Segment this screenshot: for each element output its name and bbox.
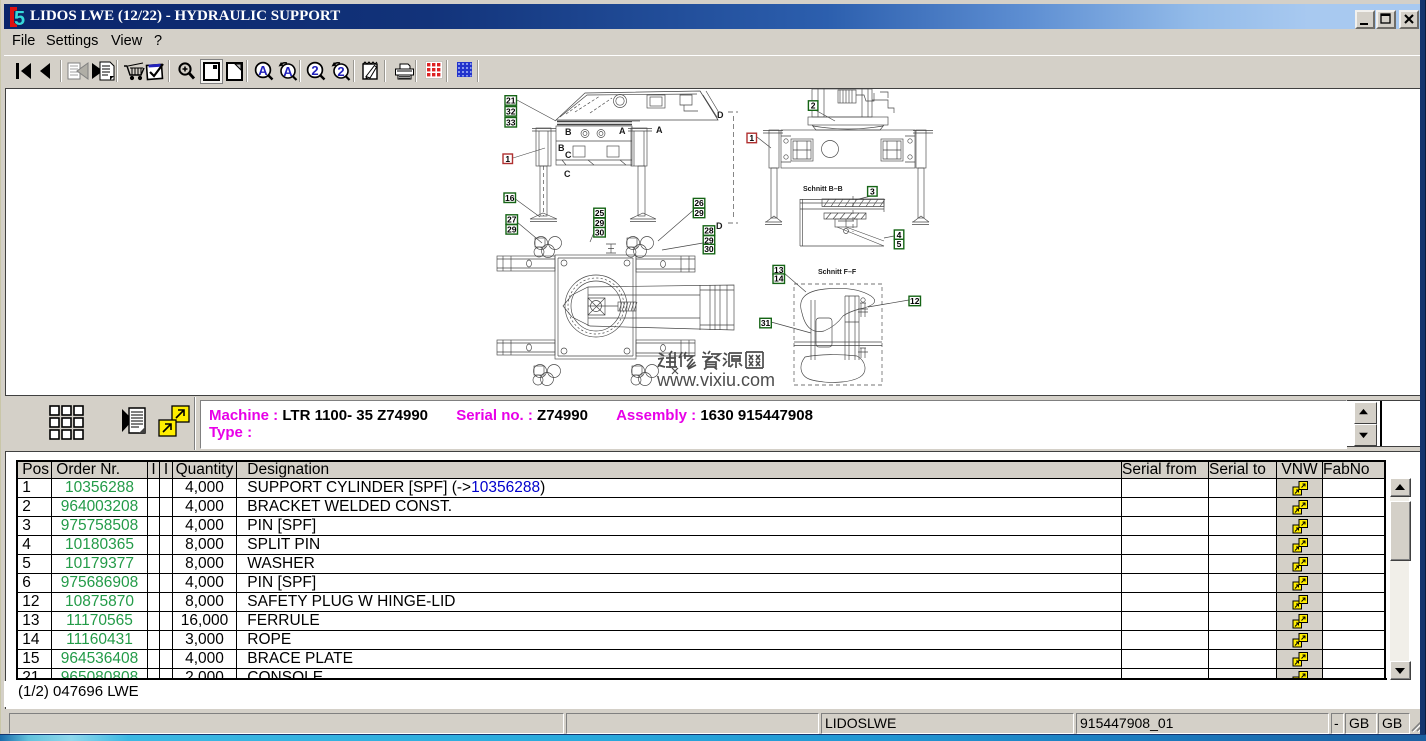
svg-text:30: 30 (595, 227, 605, 237)
svg-text:26: 26 (694, 198, 704, 208)
svg-text:14: 14 (774, 274, 784, 284)
svg-text:1: 1 (749, 133, 754, 143)
svg-text:www.vixiu.com: www.vixiu.com (656, 370, 775, 390)
svg-text:5: 5 (897, 239, 902, 249)
svg-text:D: D (716, 221, 723, 231)
svg-text:1: 1 (505, 154, 510, 164)
svg-text:A: A (258, 63, 268, 78)
svg-text:12: 12 (910, 296, 920, 306)
svg-text:A: A (619, 126, 626, 136)
svg-text:21: 21 (506, 96, 516, 106)
svg-text:B: B (565, 127, 572, 137)
svg-text:A: A (656, 125, 663, 135)
svg-text:Schnitt B–B: Schnitt B–B (803, 186, 843, 193)
svg-text:30: 30 (704, 244, 714, 254)
svg-text:3: 3 (870, 186, 875, 196)
svg-text:2: 2 (337, 64, 344, 79)
svg-text:27: 27 (507, 215, 517, 225)
svg-text:5: 5 (14, 8, 25, 28)
svg-text:32: 32 (506, 106, 516, 116)
svg-text:C: C (565, 150, 572, 160)
svg-text:31: 31 (761, 318, 771, 328)
svg-text:Schnitt F–F: Schnitt F–F (818, 269, 857, 276)
svg-text:29: 29 (694, 208, 704, 218)
svg-text:28: 28 (704, 226, 714, 236)
svg-text:A: A (283, 64, 293, 79)
svg-text:2: 2 (811, 101, 816, 111)
svg-text:29: 29 (507, 224, 517, 234)
svg-text:2: 2 (311, 63, 318, 78)
svg-text:16: 16 (505, 193, 515, 203)
svg-text:C: C (564, 169, 571, 179)
svg-text:33: 33 (506, 117, 516, 127)
svg-text:25: 25 (595, 208, 605, 218)
svg-text:D: D (717, 110, 724, 120)
svg-text:B: B (558, 143, 565, 153)
